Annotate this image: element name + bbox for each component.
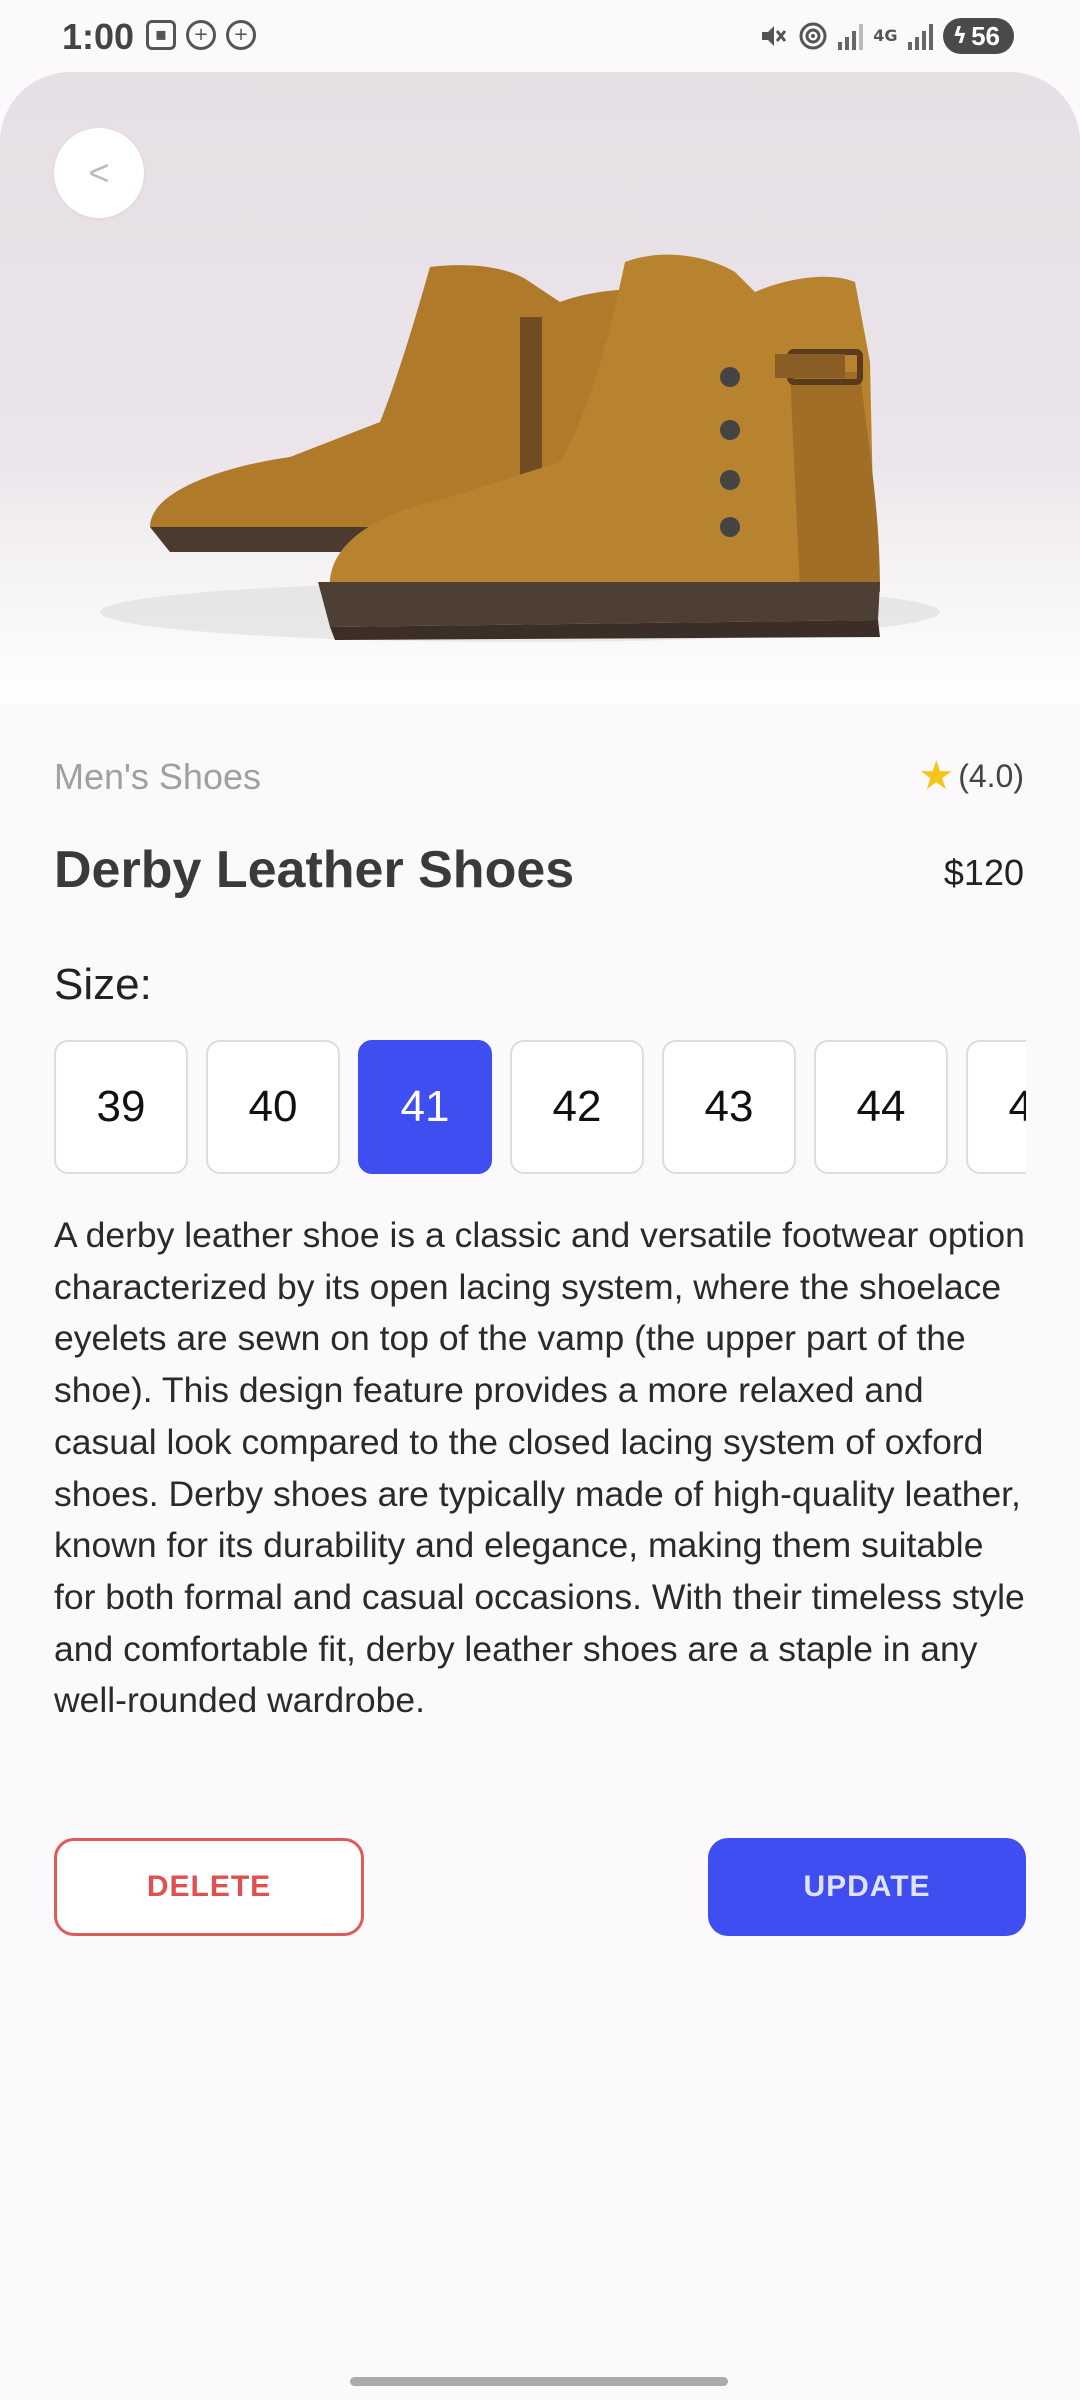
hotspot-icon: [799, 22, 827, 50]
battery-indicator: ϟ 56: [942, 18, 1014, 54]
size-option-40[interactable]: 40: [206, 1040, 340, 1174]
status-bar: 1:00 ▪ + + 4G ϟ 56: [0, 0, 1080, 72]
battery-level: 56: [971, 20, 1000, 51]
4g-icon: 4G: [873, 26, 898, 45]
update-button[interactable]: UPDATE: [708, 1838, 1026, 1936]
home-indicator[interactable]: [350, 2377, 728, 2386]
size-option-44[interactable]: 44: [814, 1040, 948, 1174]
star-icon: ★: [918, 753, 955, 799]
boots-image: [100, 254, 940, 642]
product-rating: ★ (4.0): [918, 756, 1024, 796]
screenshot-icon: ▪: [146, 20, 176, 50]
product-image: <: [0, 72, 1080, 704]
rating-value: (4.0): [958, 757, 1024, 794]
add-circle-icon: +: [226, 20, 256, 50]
product-price: $120: [943, 852, 1024, 893]
status-time: 1:00: [62, 16, 135, 57]
size-option-45[interactable]: 45: [966, 1040, 1026, 1174]
back-button[interactable]: <: [54, 128, 144, 218]
product-category: Men's Shoes: [54, 756, 261, 797]
signal-icon: [838, 22, 864, 50]
signal-icon: [907, 22, 933, 50]
size-option-42[interactable]: 42: [510, 1040, 644, 1174]
size-selector: 39 40 41 42 43 44 45: [54, 1040, 1026, 1176]
product-title: Derby Leather Shoes: [54, 841, 575, 899]
add-circle-icon: +: [186, 20, 216, 50]
size-option-39[interactable]: 39: [54, 1040, 188, 1174]
size-label: Size:: [54, 960, 152, 1009]
status-right-icons: 4G ϟ 56: [758, 18, 1014, 54]
product-description: A derby leather shoe is a classic and ve…: [54, 1215, 1025, 1721]
status-left-icons: ▪ + +: [146, 20, 256, 50]
delete-button[interactable]: DELETE: [54, 1838, 364, 1936]
size-option-41[interactable]: 41: [358, 1040, 492, 1174]
size-option-43[interactable]: 43: [662, 1040, 796, 1174]
mute-icon: [762, 26, 787, 46]
charging-bolt-icon: ϟ: [952, 23, 968, 49]
